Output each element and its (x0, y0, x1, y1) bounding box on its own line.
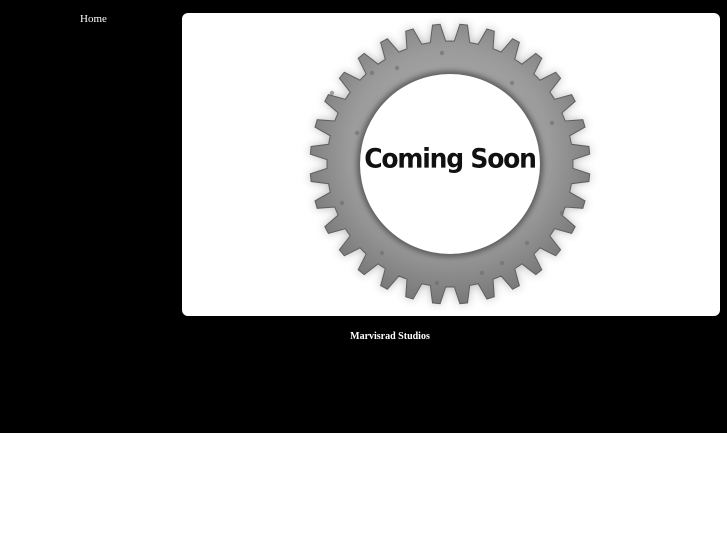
gear-speck (509, 80, 515, 86)
gear-speck (379, 250, 385, 256)
gear-speck (339, 200, 345, 206)
gear-speck (524, 240, 530, 246)
gear-speck (369, 70, 375, 76)
gear-speck (354, 130, 360, 136)
gear-speck (394, 65, 400, 71)
page-background: Home Coming Soon Marvisrad Studios (0, 0, 727, 433)
gear-speck (559, 210, 565, 216)
gear-speck (479, 270, 485, 276)
gear-speck (434, 280, 440, 286)
gear-speck (439, 50, 445, 56)
coming-soon-banner: Coming Soon (182, 13, 720, 316)
gear-speck (549, 120, 555, 126)
page-bottom-area (0, 433, 727, 545)
coming-soon-headline: Coming Soon (364, 143, 537, 174)
studio-name: Marvisrad Studios (350, 331, 430, 342)
gear-speck (499, 260, 505, 266)
nav-home-link[interactable]: Home (80, 13, 107, 25)
gear-speck (329, 90, 335, 96)
